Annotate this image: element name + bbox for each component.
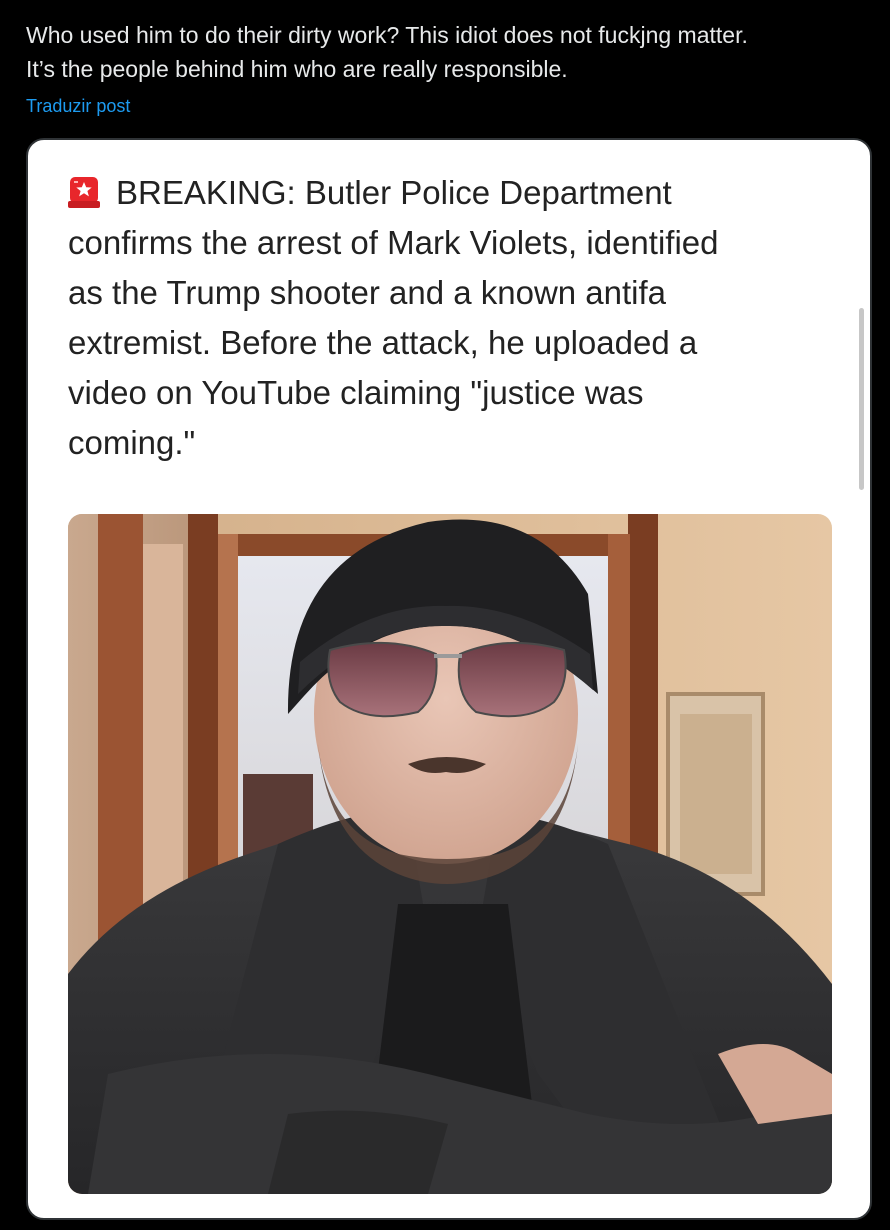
headline-line-6: coming." — [68, 424, 196, 461]
scrollbar[interactable] — [859, 308, 864, 490]
post-text: Who used him to do their dirty work? Thi… — [26, 18, 876, 86]
headline-text: BREAKING: Butler Police Department — [116, 174, 672, 211]
translate-post-link[interactable]: Traduzir post — [26, 94, 130, 118]
post-text-line: It’s the people behind him who are reall… — [26, 56, 568, 82]
rotating-light-icon — [68, 173, 100, 208]
image-headline: BREAKING: Butler Police Department confi… — [68, 168, 838, 468]
person-photo — [68, 514, 832, 1194]
headline-line-4: extremist. Before the attack, he uploade… — [68, 324, 698, 361]
headline-line-5: video on YouTube claiming "justice was — [68, 374, 644, 411]
headline-line-2: confirms the arrest of Mark Violets, ide… — [68, 224, 719, 261]
post-media-card[interactable]: BREAKING: Butler Police Department confi… — [26, 138, 872, 1220]
headline-line-3: as the Trump shooter and a known antifa — [68, 274, 667, 311]
post-text-line: Who used him to do their dirty work? Thi… — [26, 22, 748, 48]
headline-line-1: BREAKING: Butler Police Department — [68, 168, 838, 218]
